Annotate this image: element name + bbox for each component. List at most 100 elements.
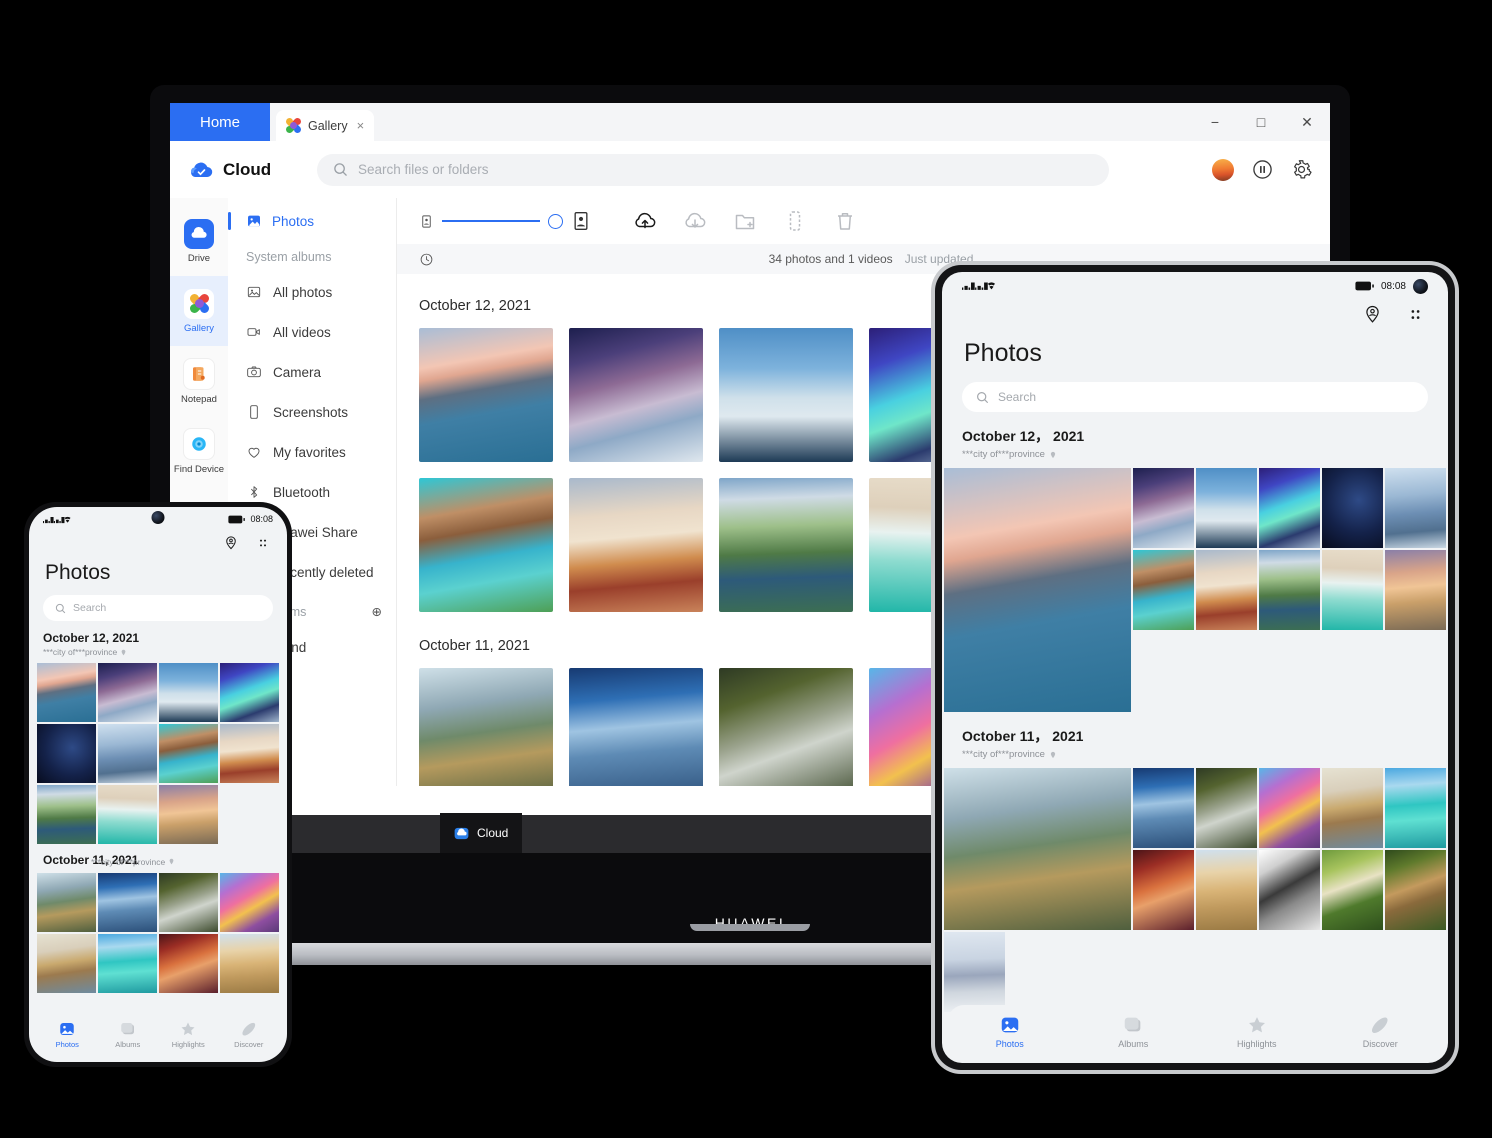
photo-tile[interactable]: [159, 785, 218, 844]
photo-tile[interactable]: [1385, 768, 1446, 848]
photo-tile[interactable]: [1322, 850, 1383, 930]
minimize-button[interactable]: −: [1192, 103, 1238, 141]
photo-tile[interactable]: [220, 663, 279, 722]
nav-item-screenshots[interactable]: Screenshots: [228, 392, 396, 432]
photo-tile[interactable]: [98, 663, 157, 722]
photo-tile[interactable]: [37, 724, 96, 783]
photo-tile[interactable]: [37, 785, 96, 844]
more-dots-icon[interactable]: [255, 535, 271, 551]
trash-icon[interactable]: [833, 209, 857, 233]
photo-tile[interactable]: [419, 328, 553, 462]
photo-tile[interactable]: [719, 478, 853, 612]
rail-item-find-device[interactable]: Find Device: [170, 416, 228, 486]
photo-tile[interactable]: [1196, 768, 1257, 848]
photo-tile[interactable]: [1385, 550, 1446, 630]
nav-item-camera[interactable]: Camera: [228, 352, 396, 392]
photo-tile[interactable]: [1322, 468, 1383, 548]
photo-tile[interactable]: [98, 934, 157, 993]
photo-tile[interactable]: [1322, 550, 1383, 630]
nav-item-all-videos[interactable]: All videos: [228, 312, 396, 352]
tab-home[interactable]: Home: [170, 103, 270, 141]
photo-tile-hero[interactable]: [944, 768, 1131, 930]
location-person-icon[interactable]: [223, 535, 239, 551]
maximize-button[interactable]: □: [1238, 103, 1284, 141]
nav-item-photos[interactable]: Photos: [228, 204, 396, 238]
phone-search-input[interactable]: Search: [43, 595, 273, 621]
photo-tile[interactable]: [719, 668, 853, 786]
small-thumbnail-icon[interactable]: [419, 214, 434, 229]
location-person-icon[interactable]: [1362, 304, 1383, 325]
photo-tile[interactable]: [1259, 550, 1320, 630]
slider-track[interactable]: [442, 220, 540, 222]
large-thumbnail-icon[interactable]: [571, 211, 591, 231]
photo-tile[interactable]: [37, 934, 96, 993]
photo-tile[interactable]: [1133, 550, 1194, 630]
photo-tile[interactable]: [569, 328, 703, 462]
rail-item-gallery[interactable]: Gallery: [170, 276, 228, 346]
photo-tile[interactable]: [1385, 850, 1446, 930]
photo-tile[interactable]: [98, 873, 157, 932]
nav-tab-discover[interactable]: Discover: [1319, 1014, 1443, 1049]
rail-item-notepad[interactable]: Notepad: [170, 346, 228, 416]
photo-tile[interactable]: [98, 785, 157, 844]
search-input[interactable]: Search files or folders: [317, 154, 1109, 186]
photo-tile[interactable]: [159, 873, 218, 932]
photo-tile[interactable]: [1133, 468, 1194, 548]
cloud-logo: Cloud: [188, 160, 301, 180]
rail-item-drive[interactable]: Drive: [170, 206, 228, 276]
photo-tile[interactable]: [98, 724, 157, 783]
nav-item-all-photos[interactable]: All photos: [228, 272, 396, 312]
slider-thumb[interactable]: [548, 214, 563, 229]
nav-tab-albums[interactable]: Albums: [1072, 1014, 1196, 1049]
tablet-search-input[interactable]: Search: [962, 382, 1428, 412]
photo-tile[interactable]: [1133, 850, 1194, 930]
nav-item-my-favorites[interactable]: My favorites: [228, 432, 396, 472]
cloud-download-icon[interactable]: [683, 209, 707, 233]
photo-tile[interactable]: [220, 934, 279, 993]
nav-tab-albums[interactable]: Albums: [98, 1020, 159, 1049]
nav-tab-highlights[interactable]: Highlights: [158, 1020, 219, 1049]
photo-tile[interactable]: [1259, 768, 1320, 848]
photo-tile[interactable]: [419, 668, 553, 786]
photo-tile[interactable]: [220, 724, 279, 783]
location-pin-icon: [1049, 451, 1057, 459]
pause-icon[interactable]: [1252, 159, 1273, 180]
photo-tile[interactable]: [944, 932, 1005, 1012]
photo-tile[interactable]: [1196, 850, 1257, 930]
thumbnail-size-slider[interactable]: [419, 211, 591, 231]
photo-tile[interactable]: [159, 663, 218, 722]
nav-tab-highlights[interactable]: Highlights: [1195, 1014, 1319, 1049]
gear-icon[interactable]: [1291, 159, 1312, 180]
photo-tile[interactable]: [37, 663, 96, 722]
photo-tile[interactable]: [569, 668, 703, 786]
photo-tile[interactable]: [569, 478, 703, 612]
add-album-button[interactable]: ⊕: [372, 604, 382, 619]
photo-tile[interactable]: [220, 873, 279, 932]
photo-tile[interactable]: [1259, 850, 1320, 930]
tab-gallery[interactable]: Gallery ×: [276, 110, 374, 141]
photo-tile[interactable]: [159, 934, 218, 993]
nav-tab-photos[interactable]: Photos: [37, 1020, 98, 1049]
close-window-button[interactable]: ✕: [1284, 103, 1330, 141]
device-icon[interactable]: [783, 209, 807, 233]
clock-icon[interactable]: [419, 252, 434, 267]
photo-tile[interactable]: [1259, 468, 1320, 548]
photo-tile[interactable]: [1133, 768, 1194, 848]
nav-tab-photos[interactable]: Photos: [948, 1014, 1072, 1049]
photo-tile[interactable]: [159, 724, 218, 783]
photo-tile[interactable]: [719, 328, 853, 462]
photo-tile-hero[interactable]: [944, 468, 1131, 712]
photo-tile[interactable]: [1385, 468, 1446, 548]
close-icon[interactable]: ×: [357, 118, 365, 133]
photo-tile[interactable]: [1322, 768, 1383, 848]
photo-tile[interactable]: [419, 478, 553, 612]
cloud-upload-icon[interactable]: [633, 209, 657, 233]
taskbar-item-cloud[interactable]: Cloud: [440, 813, 522, 853]
avatar[interactable]: [1212, 159, 1234, 181]
nav-tab-discover[interactable]: Discover: [219, 1020, 280, 1049]
photo-tile[interactable]: [1196, 468, 1257, 548]
more-dots-icon[interactable]: [1405, 304, 1426, 325]
photo-tile[interactable]: [1196, 550, 1257, 630]
photo-tile[interactable]: [37, 873, 96, 932]
folder-add-icon[interactable]: [733, 209, 757, 233]
